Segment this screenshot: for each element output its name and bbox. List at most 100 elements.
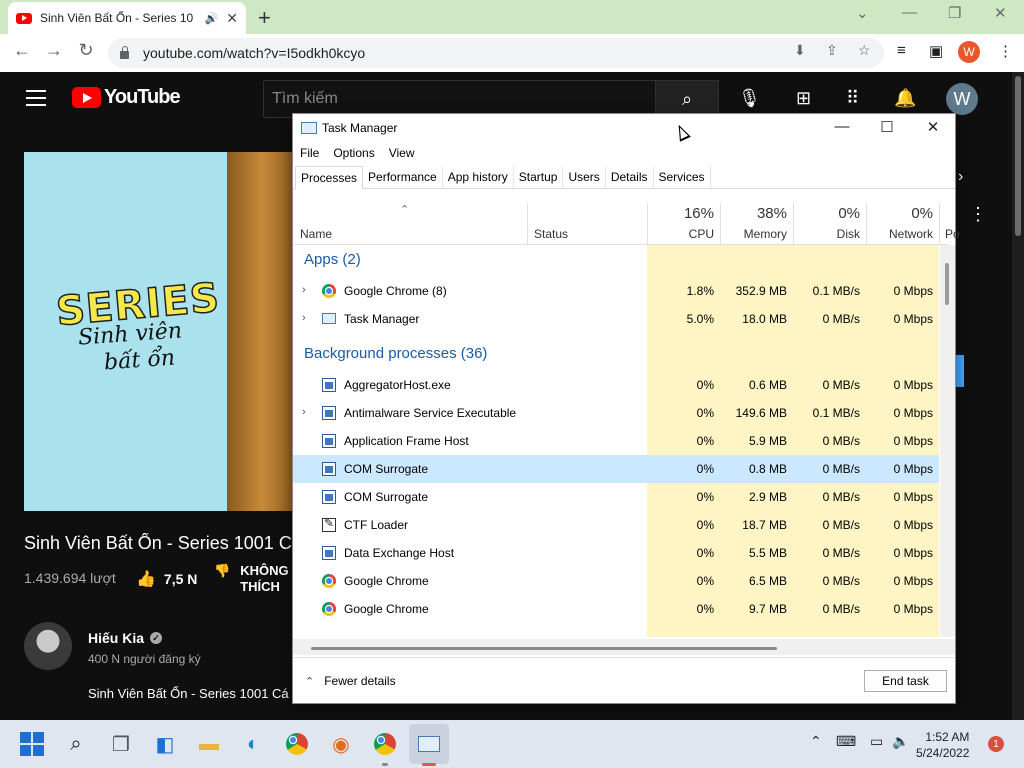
create-video-icon[interactable]: ⊞	[796, 88, 811, 109]
column-network[interactable]: Network	[872, 227, 933, 241]
network-icon[interactable]: ▭	[870, 733, 883, 750]
profile-avatar[interactable]: W	[958, 41, 980, 63]
forward-icon[interactable]: →	[42, 40, 66, 61]
dislike-button[interactable]: 👎 KHÔNG THÍCH	[214, 563, 289, 595]
channel-name[interactable]: Hiếu Kia ✓	[88, 630, 163, 646]
menu-icon[interactable]	[26, 90, 46, 106]
chrome-profile-taskbar-icon[interactable]	[371, 730, 399, 758]
table-row[interactable]: › Antimalware Service Executable 0% 149.…	[293, 399, 939, 427]
search-taskbar-icon[interactable]: ⌕	[62, 730, 90, 758]
column-memory[interactable]: Memory	[726, 227, 787, 241]
process-network: 0 Mbps	[893, 462, 933, 476]
column-cpu[interactable]: CPU	[653, 227, 714, 241]
notifications-bell-icon[interactable]: 🔔	[894, 88, 916, 109]
expand-chevron-icon[interactable]: ›	[302, 312, 306, 324]
side-panel-icon[interactable]: ▣	[929, 42, 943, 60]
task-manager-titlebar[interactable]: Task Manager — ☐ ✕	[293, 114, 955, 144]
task-view-icon[interactable]: ❐	[107, 730, 135, 758]
minimize-button[interactable]: —	[902, 4, 917, 21]
volume-icon[interactable]: 🔈	[892, 733, 909, 750]
table-row[interactable]: CTF Loader 0% 18.7 MB 0 MB/s 0 Mbps	[293, 511, 939, 539]
clock[interactable]: 1:52 AM 5/24/2022	[916, 729, 969, 761]
microphone-icon[interactable]: 🎙	[738, 88, 761, 109]
table-row[interactable]: Application Frame Host 0% 5.9 MB 0 MB/s …	[293, 427, 939, 455]
start-button[interactable]	[18, 730, 46, 758]
widgets-icon[interactable]: ◧	[151, 730, 179, 758]
lock-icon[interactable]	[120, 45, 129, 59]
back-icon[interactable]: ←	[10, 40, 34, 61]
table-row[interactable]: › Task Manager 5.0% 18.0 MB 0 MB/s 0 Mbp…	[293, 305, 939, 333]
vertical-scrollbar[interactable]	[940, 245, 955, 637]
column-power[interactable]: Po	[945, 227, 960, 241]
task-manager-taskbar-icon[interactable]	[409, 724, 449, 764]
menu-view[interactable]: View	[382, 144, 422, 164]
firefox-icon[interactable]: ◉	[327, 730, 355, 758]
page-scrollbar[interactable]	[1012, 72, 1024, 722]
end-task-button[interactable]: End task	[864, 670, 947, 692]
tm-maximize-button[interactable]: ☐	[877, 118, 897, 136]
expand-chevron-icon[interactable]: ›	[302, 406, 306, 418]
table-row[interactable]: Google Chrome 0% 6.5 MB 0 MB/s 0 Mbps	[293, 567, 939, 595]
tab-performance[interactable]: Performance	[363, 166, 443, 188]
browser-tab[interactable]: Sinh Viên Bất Ổn - Series 10 🔊 ✕	[8, 2, 246, 34]
group-apps[interactable]: Apps (2)	[293, 245, 939, 275]
tm-minimize-button[interactable]: —	[832, 118, 852, 135]
file-explorer-icon[interactable]: ▬	[195, 730, 223, 758]
tab-users[interactable]: Users	[563, 166, 606, 188]
channel-avatar[interactable]	[24, 622, 72, 670]
column-disk[interactable]: Disk	[799, 227, 860, 241]
tab-close-icon[interactable]: ✕	[226, 10, 238, 27]
close-button[interactable]: ✕	[994, 4, 1007, 22]
tab-app-history[interactable]: App history	[443, 166, 514, 188]
horizontal-scrollbar[interactable]	[293, 639, 955, 655]
media-control-icon[interactable]: ≡	[897, 42, 906, 59]
table-row[interactable]: Google Chrome 0% 9.7 MB 0 MB/s 0 Mbps	[293, 595, 939, 623]
sort-up-icon[interactable]: ⌃	[400, 203, 409, 216]
tab-startup[interactable]: Startup	[514, 166, 564, 188]
video-description[interactable]: Sinh Viên Bất Ổn - Series 1001 Cá	[88, 686, 292, 701]
table-row-selected[interactable]: COM Surrogate 0% 0.8 MB 0 MB/s 0 Mbps	[293, 455, 939, 483]
fewer-details-button[interactable]: ⌃ Fewer details	[305, 674, 396, 688]
tab-processes[interactable]: Processes	[295, 166, 364, 190]
show-hidden-icons-icon[interactable]: ⌃	[810, 733, 822, 750]
like-button[interactable]: 👍 7,5 N	[136, 569, 197, 589]
column-name[interactable]: Name	[300, 227, 332, 241]
apps-grid-icon[interactable]: ⠿	[846, 88, 859, 109]
task-manager-app-icon	[301, 122, 317, 134]
new-tab-button[interactable]: +	[258, 5, 271, 31]
tm-close-button[interactable]: ✕	[923, 118, 943, 136]
more-actions-icon[interactable]: ⋮	[969, 204, 987, 225]
notification-badge[interactable]: 1	[988, 736, 1004, 752]
bookmark-star-icon[interactable]: ☆	[858, 42, 871, 59]
youtube-logo[interactable]: YouTube	[72, 86, 181, 109]
tab-details[interactable]: Details	[606, 166, 654, 188]
table-row[interactable]: AggregatorHost.exe 0% 0.6 MB 0 MB/s 0 Mb…	[293, 371, 939, 399]
column-status[interactable]: Status	[534, 227, 568, 241]
edge-icon[interactable]: ◐	[239, 730, 267, 758]
share-icon[interactable]: ⇪	[826, 42, 838, 59]
tab-title: Sinh Viên Bất Ổn - Series 10	[40, 11, 194, 25]
table-row[interactable]: COM Surrogate 0% 2.9 MB 0 MB/s 0 Mbps	[293, 483, 939, 511]
tab-services[interactable]: Services	[654, 166, 711, 188]
chevron-right-icon[interactable]: ›	[958, 168, 963, 186]
youtube-account-avatar[interactable]: W	[946, 83, 978, 115]
table-row[interactable]: Data Exchange Host 0% 5.5 MB 0 MB/s 0 Mb…	[293, 539, 939, 567]
install-icon[interactable]: ⬇	[794, 42, 806, 59]
group-background-processes[interactable]: Background processes (36)	[293, 339, 939, 369]
vertical-scroll-thumb[interactable]	[945, 263, 949, 305]
keyboard-icon[interactable]: ⌨	[836, 733, 856, 750]
table-row[interactable]: › Google Chrome (8) 1.8% 352.9 MB 0.1 MB…	[293, 277, 939, 305]
chrome-taskbar-icon[interactable]	[283, 730, 311, 758]
menu-file[interactable]: File	[293, 144, 326, 164]
expand-chevron-icon[interactable]: ›	[302, 284, 306, 296]
menu-options[interactable]: Options	[326, 144, 381, 164]
sidebar-chip[interactable]	[956, 355, 964, 387]
chrome-menu-icon[interactable]: ⋮	[998, 42, 1013, 60]
speaker-icon[interactable]: 🔊	[205, 12, 219, 25]
restore-button[interactable]: ❐	[948, 4, 961, 22]
address-bar[interactable]: youtube.com/watch?v=I5odkh0kcyo	[108, 38, 884, 68]
process-name: Application Frame Host	[344, 434, 469, 448]
horizontal-scroll-thumb[interactable]	[311, 647, 777, 650]
tab-search-icon[interactable]: ⌄	[856, 4, 869, 22]
reload-icon[interactable]: ↻	[74, 40, 98, 61]
